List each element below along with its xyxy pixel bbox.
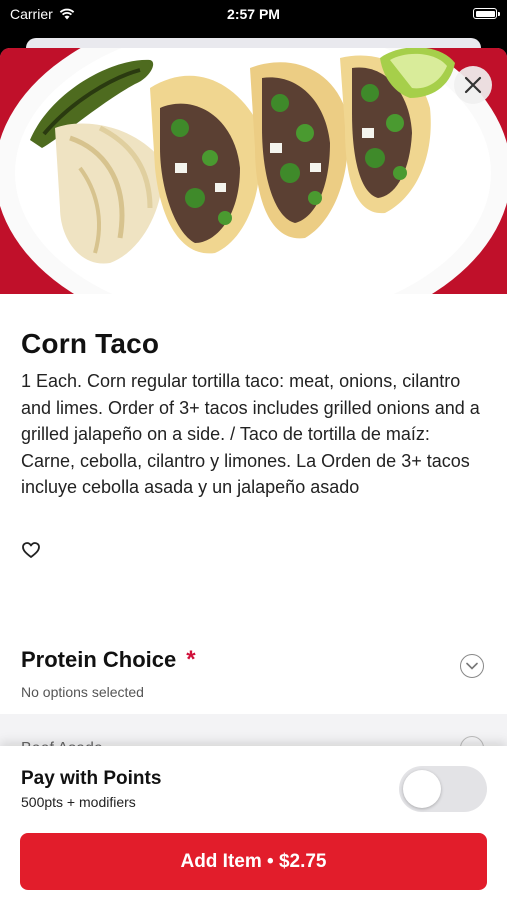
heart-outline-icon[interactable] — [21, 540, 41, 560]
chevron-down-icon — [466, 662, 478, 670]
protein-choice-section[interactable]: Protein Choice * No options selected — [0, 634, 507, 714]
item-title: Corn Taco — [21, 328, 160, 359]
pay-with-points-subtitle: 500pts + modifiers — [21, 794, 136, 810]
protein-choice-label: Protein Choice — [21, 647, 177, 672]
protein-choice-subtitle: No options selected — [21, 684, 144, 700]
battery-icon — [473, 8, 500, 19]
clock: 2:57 PM — [227, 6, 280, 22]
close-icon — [464, 76, 482, 94]
item-description: 1 Each. Corn regular tortilla taco: meat… — [21, 371, 480, 497]
item-photo — [0, 48, 507, 294]
toggle-knob — [403, 770, 441, 808]
protein-choice-title: Protein Choice * — [21, 646, 196, 674]
checkout-panel: Pay with Points 500pts + modifiers Add I… — [0, 746, 507, 900]
item-detail-sheet: Corn Taco 1 Each. Corn regular tortilla … — [0, 48, 507, 900]
status-bar: Carrier 2:57 PM — [0, 0, 507, 28]
expand-protein-button[interactable] — [460, 654, 484, 678]
add-item-button[interactable]: Add Item • $2.75 — [20, 833, 487, 890]
pay-with-points-title: Pay with Points — [21, 768, 162, 789]
pay-with-points-toggle[interactable] — [399, 766, 487, 812]
required-marker: * — [186, 646, 196, 673]
close-button[interactable] — [454, 66, 492, 104]
